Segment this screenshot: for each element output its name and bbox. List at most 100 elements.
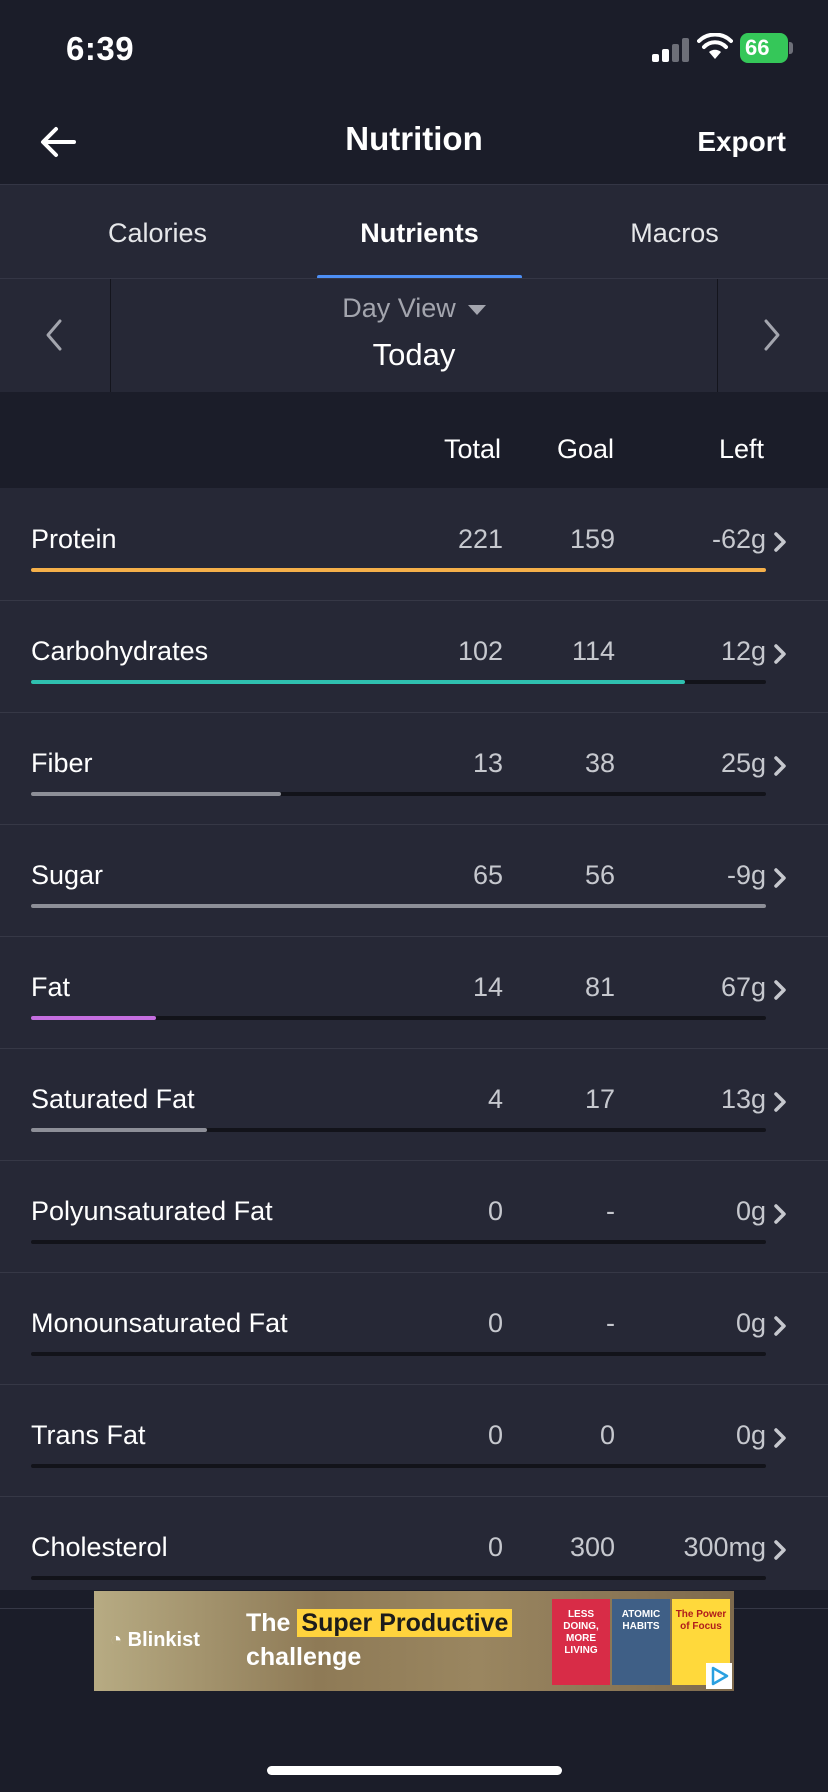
nutrient-total: 0: [487, 1308, 503, 1338]
nutrient-name: Protein: [31, 524, 117, 554]
nutrient-total: 0: [487, 1420, 503, 1450]
progress-track: [31, 1016, 766, 1020]
column-header-left: Left: [718, 434, 764, 464]
chevron-right-icon: [774, 868, 786, 888]
nutrient-total: 65: [472, 860, 503, 890]
nutrient-left: 0g: [735, 1308, 766, 1338]
nutrient-left: 67g: [720, 972, 766, 1002]
nutrient-left: 25g: [720, 748, 766, 778]
nutrient-goal: 0: [599, 1420, 615, 1450]
nutrient-total: 13: [472, 748, 503, 778]
ad-headline-highlight: Super Productive: [297, 1609, 513, 1637]
nutrient-goal: 300: [569, 1532, 615, 1562]
progress-track: [31, 1128, 766, 1132]
nutrient-name: Fiber: [31, 748, 93, 778]
chevron-right-icon: [774, 1204, 786, 1224]
day-view-label: Day View: [342, 293, 456, 323]
progress-track: [31, 1352, 766, 1356]
ad-book-cover: LESS DOING, MORE LIVING: [552, 1599, 610, 1685]
tab-macros[interactable]: Macros: [562, 185, 787, 279]
nutrient-left: 12g: [720, 636, 766, 666]
nutrient-row[interactable]: Saturated Fat 4 17 13g: [0, 1048, 828, 1161]
nutrient-left: -62g: [711, 524, 766, 554]
status-time: 6:39: [66, 30, 135, 67]
chevron-right-icon: [774, 532, 786, 552]
nutrient-row[interactable]: Carbohydrates 102 114 12g: [0, 600, 828, 713]
ad-banner[interactable]: ◔ Blinkist The Super Productive challeng…: [94, 1591, 734, 1691]
nutrient-name: Monounsaturated Fat: [31, 1308, 288, 1338]
caret-down-icon: [467, 304, 486, 315]
nutrient-total: 0: [487, 1196, 503, 1226]
nutrient-left: -9g: [726, 860, 766, 890]
nutrient-goal: 114: [571, 636, 615, 666]
tab-nutrients[interactable]: Nutrients: [307, 185, 532, 279]
chevron-right-icon: [774, 1428, 786, 1448]
progress-fill: [31, 1128, 207, 1132]
nutrient-name: Trans Fat: [31, 1420, 146, 1450]
home-indicator: [267, 1766, 562, 1775]
tab-bar: Calories Nutrients Macros: [0, 184, 828, 279]
nutrient-row[interactable]: Trans Fat 0 0 0g: [0, 1384, 828, 1497]
table-header: Total Goal Left: [0, 392, 828, 489]
selected-date: Today: [372, 337, 456, 372]
chevron-right-icon: [774, 756, 786, 776]
chevron-right-icon: [774, 1316, 786, 1336]
nutrient-row[interactable]: Protein 221 159 -62g: [0, 488, 828, 601]
chevron-right-icon: [774, 644, 786, 664]
nutrient-row[interactable]: Polyunsaturated Fat 0 - 0g: [0, 1160, 828, 1273]
battery-tip: [789, 42, 793, 54]
chevron-right-icon: [774, 1092, 786, 1112]
nutrient-name: Saturated Fat: [31, 1084, 195, 1114]
nutrient-total: 4: [487, 1084, 503, 1114]
progress-track: [31, 792, 766, 796]
nutrient-total: 221: [457, 524, 503, 554]
nutrient-left: 13g: [720, 1084, 766, 1114]
day-selector: Day View Today: [0, 278, 828, 393]
export-button[interactable]: Export: [697, 126, 786, 158]
progress-track: [31, 1240, 766, 1244]
nutrient-goal: 81: [584, 972, 615, 1002]
progress-track: [31, 568, 766, 572]
chevron-right-icon: [774, 980, 786, 1000]
nutrient-name: Fat: [31, 972, 71, 1002]
nutrient-name: Carbohydrates: [31, 636, 209, 666]
progress-track: [31, 1464, 766, 1468]
progress-track: [31, 680, 766, 684]
battery-icon: 66: [740, 33, 788, 63]
progress-fill: [31, 680, 685, 684]
nutrient-total: 0: [487, 1532, 503, 1562]
ad-headline-prefix: The: [246, 1609, 291, 1637]
progress-fill: [31, 1016, 156, 1020]
nutrient-left: 0g: [735, 1196, 766, 1226]
progress-track: [31, 1576, 766, 1580]
ad-brand: Blinkist: [127, 1629, 200, 1651]
day-view-dropdown[interactable]: Day View: [0, 293, 828, 324]
nutrient-name: Polyunsaturated Fat: [31, 1196, 273, 1226]
nutrient-left: 300mg: [683, 1532, 766, 1562]
ad-choices-icon[interactable]: [706, 1663, 732, 1689]
nutrient-row[interactable]: Sugar 65 56 -9g: [0, 824, 828, 937]
nutrient-goal: 159: [569, 524, 615, 554]
nutrient-goal: -: [606, 1308, 615, 1338]
ad-headline: The Super Productive: [246, 1609, 513, 1638]
progress-track: [31, 904, 766, 908]
ad-brand-logo: ◔ Blinkist: [110, 1629, 200, 1651]
nutrient-goal: 38: [584, 748, 615, 778]
nutrient-name: Cholesterol: [31, 1532, 168, 1562]
nav-bar: Nutrition Export: [0, 100, 828, 184]
nutrient-list: Protein 221 159 -62g Carbohydrates 102 114 12g F…: [0, 488, 828, 1609]
column-header-total: Total: [443, 434, 501, 464]
nutrient-goal: -: [606, 1196, 615, 1226]
nutrient-total: 102: [457, 636, 503, 666]
wifi-icon: [697, 33, 733, 59]
nutrient-row[interactable]: Monounsaturated Fat 0 - 0g: [0, 1272, 828, 1385]
next-day-button[interactable]: [717, 279, 828, 393]
nutrient-total: 14: [472, 972, 503, 1002]
tab-calories[interactable]: Calories: [45, 185, 270, 279]
nutrient-goal: 56: [584, 860, 615, 890]
nutrient-row[interactable]: Fat 14 81 67g: [0, 936, 828, 1049]
chevron-right-icon: [764, 319, 780, 351]
signal-icon: [652, 38, 690, 62]
nutrient-row[interactable]: Fiber 13 38 25g: [0, 712, 828, 825]
progress-fill: [31, 904, 766, 908]
